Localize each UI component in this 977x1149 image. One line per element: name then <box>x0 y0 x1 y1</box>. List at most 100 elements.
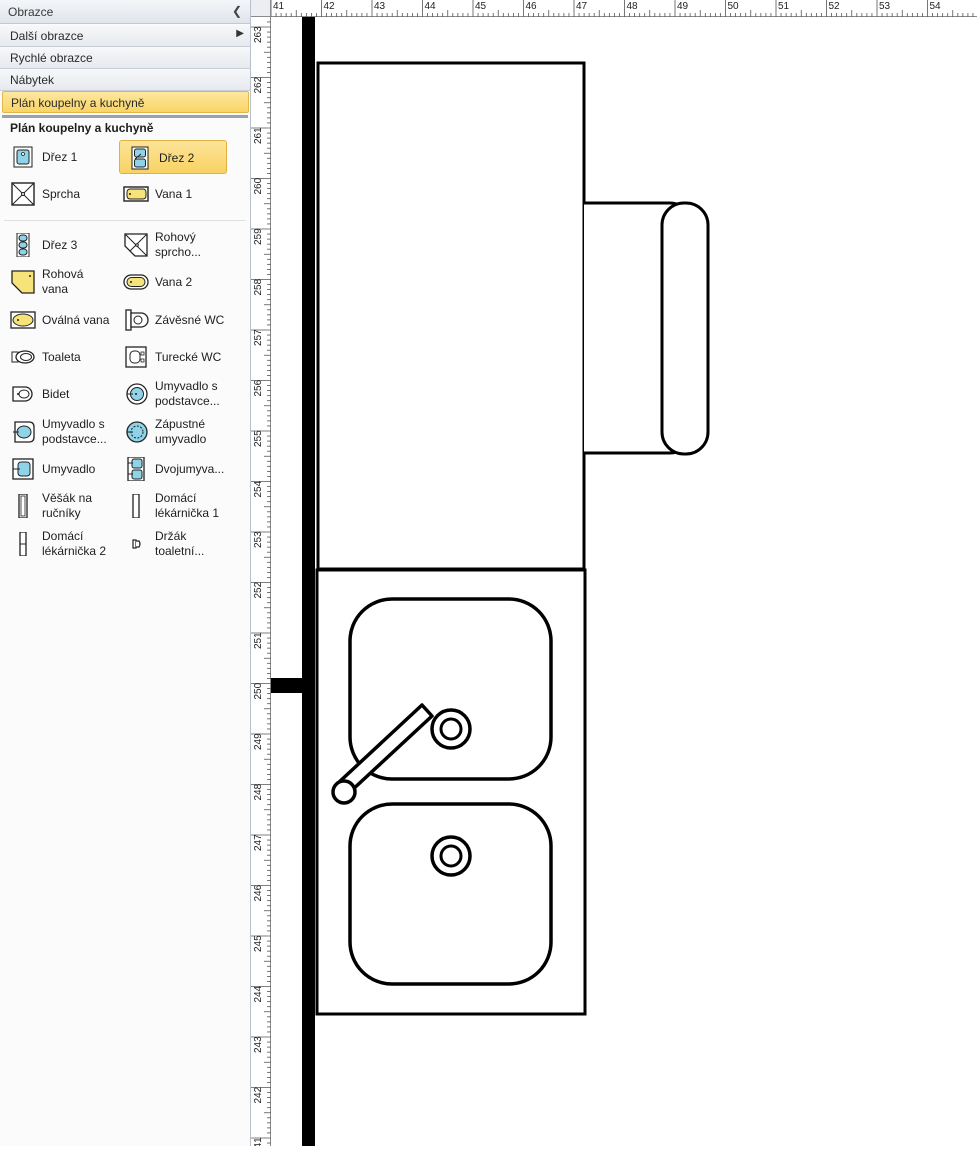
basin-icon <box>12 458 34 480</box>
ruler-label: 257 <box>253 329 264 346</box>
recessed-basin-icon <box>126 421 148 443</box>
shape-toilet[interactable]: Toaleta <box>3 340 111 374</box>
double-sink-shape[interactable] <box>315 568 587 1016</box>
shape-label: Umyvadlo s podstavce... <box>155 379 220 408</box>
ruler-horizontal[interactable]: 41 42 43 44 45 46 47 48 49 50 51 52 53 54 <box>251 0 977 17</box>
towel-rack-icon <box>18 494 28 518</box>
shape-sink-1[interactable]: Dřez 1 <box>3 140 111 174</box>
shape-medicine-cabinet-1[interactable]: Domácí lékárnička 1 <box>116 489 224 523</box>
bathtub-icon <box>123 186 149 202</box>
ruler-label: 47 <box>576 1 588 12</box>
shape-double-basin[interactable]: Dvojumyva... <box>116 452 224 486</box>
shape-label: Umyvadlo <box>42 461 96 476</box>
stencil-label: Další obrazce <box>10 29 84 43</box>
sink-triple-icon <box>16 233 30 257</box>
ruler-label: 263 <box>253 26 264 43</box>
shape-pedestal-basin[interactable]: Umyvadlo s podstavce... <box>116 377 224 411</box>
shape-label: Oválná vana <box>42 312 110 327</box>
stencil-more-shapes[interactable]: Další obrazce ▶ <box>0 25 250 47</box>
stencil-label: Rychlé obrazce <box>10 51 93 65</box>
ruler-corner[interactable] <box>251 0 271 17</box>
shape-label: Toaleta <box>42 349 81 364</box>
corner-shower-icon <box>124 233 148 257</box>
ruler-label: 260 <box>253 177 264 194</box>
ruler-label: 243 <box>253 1036 264 1053</box>
bidet-icon <box>12 386 33 402</box>
oval-bathtub-icon <box>10 311 36 329</box>
ruler-label: 41 <box>273 1 285 12</box>
ruler-label: 249 <box>253 733 264 750</box>
shape-basin[interactable]: Umyvadlo <box>3 452 111 486</box>
shape-label: Zápustné umyvadlo <box>155 417 207 446</box>
medicine-cabinet-icon <box>132 494 140 518</box>
ruler-label: 48 <box>627 1 639 12</box>
sink-single-icon <box>13 146 33 168</box>
squat-toilet-icon <box>125 346 147 368</box>
drawing-canvas[interactable] <box>271 17 977 1146</box>
shape-label: Sprcha <box>42 186 81 201</box>
stencil-separator[interactable] <box>2 115 248 118</box>
shape-shower[interactable]: Sprcha <box>3 177 111 211</box>
ruler-label: 53 <box>879 1 891 12</box>
stencil-furniture[interactable]: Nábytek <box>0 69 250 91</box>
shape-medicine-cabinet-2[interactable]: Domácí lékárnička 2 <box>3 527 111 561</box>
ruler-label: 45 <box>475 1 487 12</box>
wall-toilet-icon <box>125 309 149 331</box>
ruler-label: 49 <box>677 1 689 12</box>
wall-shape[interactable] <box>271 17 315 1146</box>
ruler-label: 261 <box>253 127 264 144</box>
shape-label: Rohová vana <box>42 267 84 296</box>
shape-label: Závěsné WC <box>155 312 225 327</box>
shape-pedestal-basin-2[interactable]: Umyvadlo s podstavce... <box>3 415 111 449</box>
shape-corner-shower[interactable]: Rohový sprcho... <box>116 228 224 262</box>
shape-toilet-paper-holder[interactable]: Držák toaletní... <box>116 527 224 561</box>
ruler-label: 248 <box>253 783 264 800</box>
shape-label: Turecké WC <box>155 349 222 364</box>
ruler-label: 258 <box>253 278 264 295</box>
shape-sink-2[interactable]: Dřez 2 <box>119 140 227 174</box>
shape-squat-toilet[interactable]: Turecké WC <box>116 340 224 374</box>
stencil-bath-kitchen-plan[interactable]: Plán koupelny a kuchyně <box>2 91 249 113</box>
shape-label: Bidet <box>42 386 70 401</box>
ruler-label: 43 <box>374 1 386 12</box>
shape-corner-bathtub[interactable]: Rohová vana <box>3 265 111 299</box>
shape-bidet[interactable]: Bidet <box>3 377 111 411</box>
shape-bathtub-1[interactable]: Vana 1 <box>116 177 224 211</box>
pedestal-basin-icon <box>126 383 148 405</box>
double-basin-icon <box>127 457 145 481</box>
medicine-cabinet-2-icon <box>19 532 27 556</box>
ruler-vertical-scale: 263 262 261 260 259 258 257 256 255 254 253 252 251 2… <box>251 21 271 1149</box>
shape-recessed-basin[interactable]: Zápustné umyvadlo <box>116 415 224 449</box>
ruler-label: 54 <box>930 1 942 12</box>
ruler-label: 255 <box>253 430 264 447</box>
shape-sink-3[interactable]: Dřez 3 <box>3 228 111 262</box>
shapes-panel-header: Obrazce ❮ <box>0 0 250 24</box>
bathtub-oval-icon <box>123 274 149 290</box>
stencil-label: Nábytek <box>10 73 55 87</box>
shape-wall-toilet[interactable]: Závěsné WC <box>116 303 224 337</box>
ruler-label: 252 <box>253 581 264 598</box>
shape-oval-bathtub[interactable]: Oválná vana <box>3 303 111 337</box>
shapes-panel: Obrazce ❮ Další obrazce ▶ Rychlé obrazce… <box>0 0 251 1146</box>
sink-double-icon <box>131 146 149 170</box>
shape-bathtub-2[interactable]: Vana 2 <box>116 265 224 299</box>
toilet-paper-holder-icon <box>132 539 141 549</box>
ruler-horizontal-scale: 41 42 43 44 45 46 47 48 49 50 51 52 53 54 <box>255 0 974 17</box>
stencil-quick-shapes[interactable]: Rychlé obrazce <box>0 47 250 69</box>
ruler-label: 52 <box>829 1 841 12</box>
stencil-divider <box>4 220 246 221</box>
shape-label: Držák toaletní... <box>155 529 205 558</box>
ruler-label: 247 <box>253 834 264 851</box>
ruler-label: 253 <box>253 531 264 548</box>
ruler-label: 242 <box>253 1086 264 1103</box>
ruler-label: 44 <box>425 1 437 12</box>
ruler-label: 46 <box>526 1 538 12</box>
shape-label: Dřez 3 <box>42 237 78 252</box>
ruler-label: 241 <box>253 1137 264 1146</box>
shape-towel-rack[interactable]: Věšák na ručníky <box>3 489 111 523</box>
corner-bathtub-icon <box>11 270 35 294</box>
toilet-icon <box>11 350 35 364</box>
cabinet-shape[interactable] <box>316 61 710 571</box>
ruler-vertical[interactable]: 263 262 261 260 259 258 257 256 255 254 253 252 251 2… <box>251 17 271 1149</box>
chevron-left-icon[interactable]: ❮ <box>230 3 244 19</box>
